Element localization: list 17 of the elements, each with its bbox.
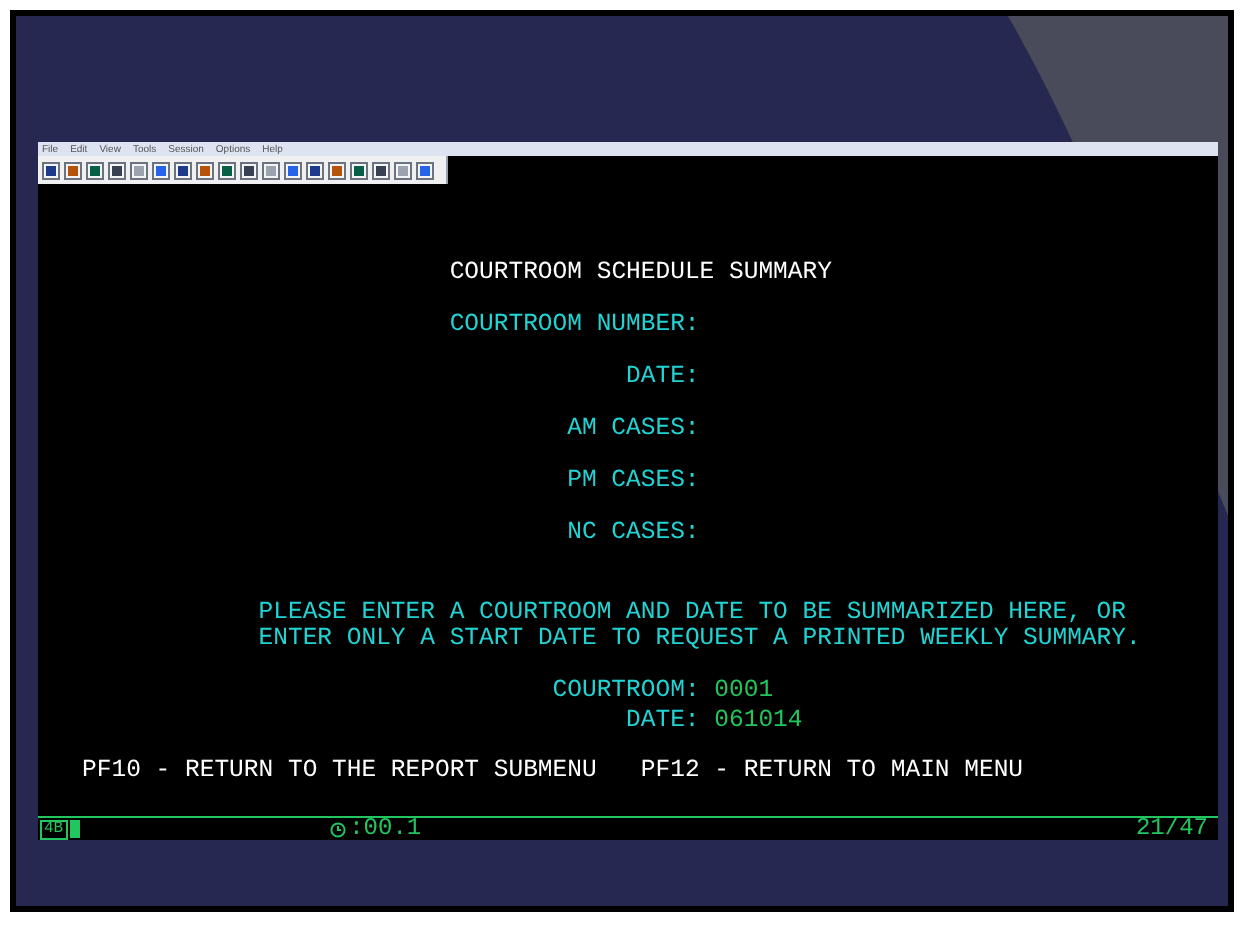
clock-icon	[329, 821, 346, 837]
cursor-position: 21/47	[1135, 818, 1208, 840]
input-field[interactable]: 0001	[714, 678, 774, 704]
field-label: PM CASES:	[567, 468, 700, 494]
instruction-text: ENTER ONLY A START DATE TO REQUEST A PRINTED WEEKLY SUMMARY.	[258, 624, 1141, 652]
input-field[interactable]: 061014	[714, 708, 803, 734]
field-label: DATE:	[626, 364, 700, 390]
field-label: NC CASES:	[567, 520, 700, 546]
timer: :00.1	[349, 818, 422, 840]
function-key-help: PF10 - RETURN TO THE REPORT SUBMENU PF12 - RETURN TO MAIN MENU	[82, 756, 1024, 784]
instruction-text: PLEASE ENTER A COURTROOM AND DATE TO BE SUMMARIZED HERE, OR	[258, 598, 1126, 626]
field-label: COURTROOM NUMBER:	[449, 312, 700, 338]
field-label: COURTROOM:	[552, 678, 700, 704]
session-indicator: 4B	[40, 819, 68, 839]
screen-title: COURTROOM SCHEDULE SUMMARY	[449, 258, 832, 286]
field-label: AM CASES:	[567, 416, 700, 442]
field-label: DATE:	[626, 708, 700, 734]
